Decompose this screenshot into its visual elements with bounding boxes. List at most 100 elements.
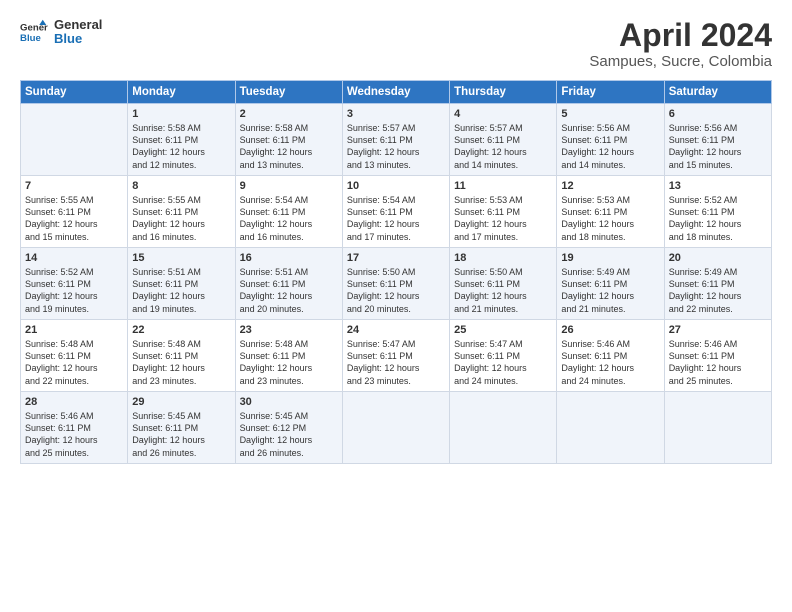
day-cell <box>557 392 664 464</box>
header-row: SundayMondayTuesdayWednesdayThursdayFrid… <box>21 81 772 104</box>
day-number: 18 <box>454 252 552 264</box>
day-cell: 12Sunrise: 5:53 AMSunset: 6:11 PMDayligh… <box>557 176 664 248</box>
day-cell: 18 Sunrise: 5:50 AMSunset: 6:11 PMDayligh… <box>450 248 557 320</box>
day-number: 19 <box>561 252 659 264</box>
day-cell: 30Sunrise: 5:45 AMSunset: 6:12 PMDayligh… <box>235 392 342 464</box>
day-number: 6 <box>669 108 767 120</box>
day-info: Sunrise: 5:46 AMSunset: 6:11 PMDaylight:… <box>669 338 767 387</box>
day-info: Sunrise: 5:45 AMSunset: 6:11 PMDaylight:… <box>132 410 230 459</box>
day-cell: 15 Sunrise: 5:51 AMSunset: 6:11 PMDayligh… <box>128 248 235 320</box>
day-info: Sunrise: 5:54 AMSunset: 6:11 PMDaylight:… <box>240 194 338 243</box>
day-number: 22 <box>132 324 230 336</box>
day-info: Sunrise: 5:57 AMSunset: 6:11 PMDaylight:… <box>347 122 445 171</box>
day-cell: 7 Sunrise: 5:55 AMSunset: 6:11 PMDaylight… <box>21 176 128 248</box>
day-info: Sunrise: 5:52 AMSunset: 6:11 PMDaylight:… <box>669 194 767 243</box>
day-number: 24 <box>347 324 445 336</box>
week-row-3: 14Sunrise: 5:52 AMSunset: 6:11 PMDayligh… <box>21 248 772 320</box>
day-cell: 19 Sunrise: 5:49 AMSunset: 6:11 PMDayligh… <box>557 248 664 320</box>
day-number: 5 <box>561 108 659 120</box>
day-number: 25 <box>454 324 552 336</box>
day-cell: 27 Sunrise: 5:46 AMSunset: 6:11 PMDayligh… <box>664 320 771 392</box>
week-row-5: 28Sunrise: 5:46 AMSunset: 6:11 PMDayligh… <box>21 392 772 464</box>
day-cell: 26Sunrise: 5:46 AMSunset: 6:11 PMDayligh… <box>557 320 664 392</box>
logo-line2: Blue <box>54 32 102 46</box>
day-info: Sunrise: 5:48 AMSunset: 6:11 PMDaylight:… <box>132 338 230 387</box>
day-info: Sunrise: 5:58 AMSunset: 6:11 PMDaylight:… <box>240 122 338 171</box>
day-number: 21 <box>25 324 123 336</box>
day-info: Sunrise: 5:56 AMSunset: 6:11 PMDaylight:… <box>669 122 767 171</box>
day-cell: 6 Sunrise: 5:56 AMSunset: 6:11 PMDaylight… <box>664 104 771 176</box>
header: General Blue General Blue April 2024 Sam… <box>20 18 772 70</box>
day-cell <box>21 104 128 176</box>
day-cell: 14Sunrise: 5:52 AMSunset: 6:11 PMDayligh… <box>21 248 128 320</box>
day-cell: 10 Sunrise: 5:54 AMSunset: 6:11 PMDayligh… <box>342 176 449 248</box>
col-header-monday: Monday <box>128 81 235 104</box>
col-header-friday: Friday <box>557 81 664 104</box>
day-number: 9 <box>240 180 338 192</box>
day-number: 10 <box>347 180 445 192</box>
day-number: 23 <box>240 324 338 336</box>
day-number: 8 <box>132 180 230 192</box>
day-cell: 16 Sunrise: 5:51 AMSunset: 6:11 PMDayligh… <box>235 248 342 320</box>
day-cell <box>342 392 449 464</box>
day-number: 15 <box>132 252 230 264</box>
day-number: 11 <box>454 180 552 192</box>
day-number: 2 <box>240 108 338 120</box>
day-info: Sunrise: 5:55 AMSunset: 6:11 PMDaylight:… <box>25 194 123 243</box>
day-number: 17 <box>347 252 445 264</box>
day-info: Sunrise: 5:57 AMSunset: 6:11 PMDaylight:… <box>454 122 552 171</box>
day-number: 4 <box>454 108 552 120</box>
day-info: Sunrise: 5:47 AMSunset: 6:11 PMDaylight:… <box>454 338 552 387</box>
day-cell <box>664 392 771 464</box>
day-cell <box>450 392 557 464</box>
day-number: 7 <box>25 180 123 192</box>
day-number: 3 <box>347 108 445 120</box>
day-number: 30 <box>240 396 338 408</box>
day-cell: 13 Sunrise: 5:52 AMSunset: 6:11 PMDayligh… <box>664 176 771 248</box>
logo-icon: General Blue <box>20 18 48 46</box>
day-info: Sunrise: 5:56 AMSunset: 6:11 PMDaylight:… <box>561 122 659 171</box>
col-header-thursday: Thursday <box>450 81 557 104</box>
day-number: 16 <box>240 252 338 264</box>
day-info: Sunrise: 5:49 AMSunset: 6:11 PMDaylight:… <box>561 266 659 315</box>
day-info: Sunrise: 5:46 AMSunset: 6:11 PMDaylight:… <box>25 410 123 459</box>
day-cell: 24Sunrise: 5:47 AMSunset: 6:11 PMDayligh… <box>342 320 449 392</box>
day-info: Sunrise: 5:46 AMSunset: 6:11 PMDaylight:… <box>561 338 659 387</box>
day-number: 20 <box>669 252 767 264</box>
day-info: Sunrise: 5:50 AMSunset: 6:11 PMDaylight:… <box>454 266 552 315</box>
day-info: Sunrise: 5:54 AMSunset: 6:11 PMDaylight:… <box>347 194 445 243</box>
day-cell: 2 Sunrise: 5:58 AMSunset: 6:11 PMDaylight… <box>235 104 342 176</box>
day-cell: 23 Sunrise: 5:48 AMSunset: 6:11 PMDayligh… <box>235 320 342 392</box>
calendar-page: General Blue General Blue April 2024 Sam… <box>0 0 792 612</box>
day-cell: 22 Sunrise: 5:48 AMSunset: 6:11 PMDayligh… <box>128 320 235 392</box>
week-row-1: 1Sunrise: 5:58 AMSunset: 6:11 PMDaylight… <box>21 104 772 176</box>
calendar-table: SundayMondayTuesdayWednesdayThursdayFrid… <box>20 80 772 464</box>
month-year: April 2024 <box>589 18 772 53</box>
day-number: 29 <box>132 396 230 408</box>
day-cell: 9 Sunrise: 5:54 AMSunset: 6:11 PMDaylight… <box>235 176 342 248</box>
day-cell: 4 Sunrise: 5:57 AMSunset: 6:11 PMDaylight… <box>450 104 557 176</box>
week-row-2: 7 Sunrise: 5:55 AMSunset: 6:11 PMDaylight… <box>21 176 772 248</box>
day-info: Sunrise: 5:55 AMSunset: 6:11 PMDaylight:… <box>132 194 230 243</box>
day-info: Sunrise: 5:49 AMSunset: 6:11 PMDaylight:… <box>669 266 767 315</box>
day-number: 27 <box>669 324 767 336</box>
day-number: 13 <box>669 180 767 192</box>
day-info: Sunrise: 5:48 AMSunset: 6:11 PMDaylight:… <box>240 338 338 387</box>
day-info: Sunrise: 5:52 AMSunset: 6:11 PMDaylight:… <box>25 266 123 315</box>
day-info: Sunrise: 5:50 AMSunset: 6:11 PMDaylight:… <box>347 266 445 315</box>
day-cell: 21Sunrise: 5:48 AMSunset: 6:11 PMDayligh… <box>21 320 128 392</box>
col-header-sunday: Sunday <box>21 81 128 104</box>
day-cell: 11Sunrise: 5:53 AMSunset: 6:11 PMDayligh… <box>450 176 557 248</box>
day-number: 12 <box>561 180 659 192</box>
title-block: April 2024 Sampues, Sucre, Colombia <box>589 18 772 70</box>
logo: General Blue General Blue <box>20 18 102 47</box>
day-cell: 25 Sunrise: 5:47 AMSunset: 6:11 PMDayligh… <box>450 320 557 392</box>
day-cell: 20 Sunrise: 5:49 AMSunset: 6:11 PMDayligh… <box>664 248 771 320</box>
col-header-wednesday: Wednesday <box>342 81 449 104</box>
day-info: Sunrise: 5:51 AMSunset: 6:11 PMDaylight:… <box>240 266 338 315</box>
week-row-4: 21 Sunrise: 5:48 AMSunset: 6:11 PMDayligh… <box>21 320 772 392</box>
svg-text:Blue: Blue <box>20 33 41 44</box>
day-cell: 29 Sunrise: 5:45 AMSunset: 6:11 PMDayligh… <box>128 392 235 464</box>
day-cell: 8 Sunrise: 5:55 AMSunset: 6:11 PMDaylight… <box>128 176 235 248</box>
day-info: Sunrise: 5:51 AMSunset: 6:11 PMDaylight:… <box>132 266 230 315</box>
